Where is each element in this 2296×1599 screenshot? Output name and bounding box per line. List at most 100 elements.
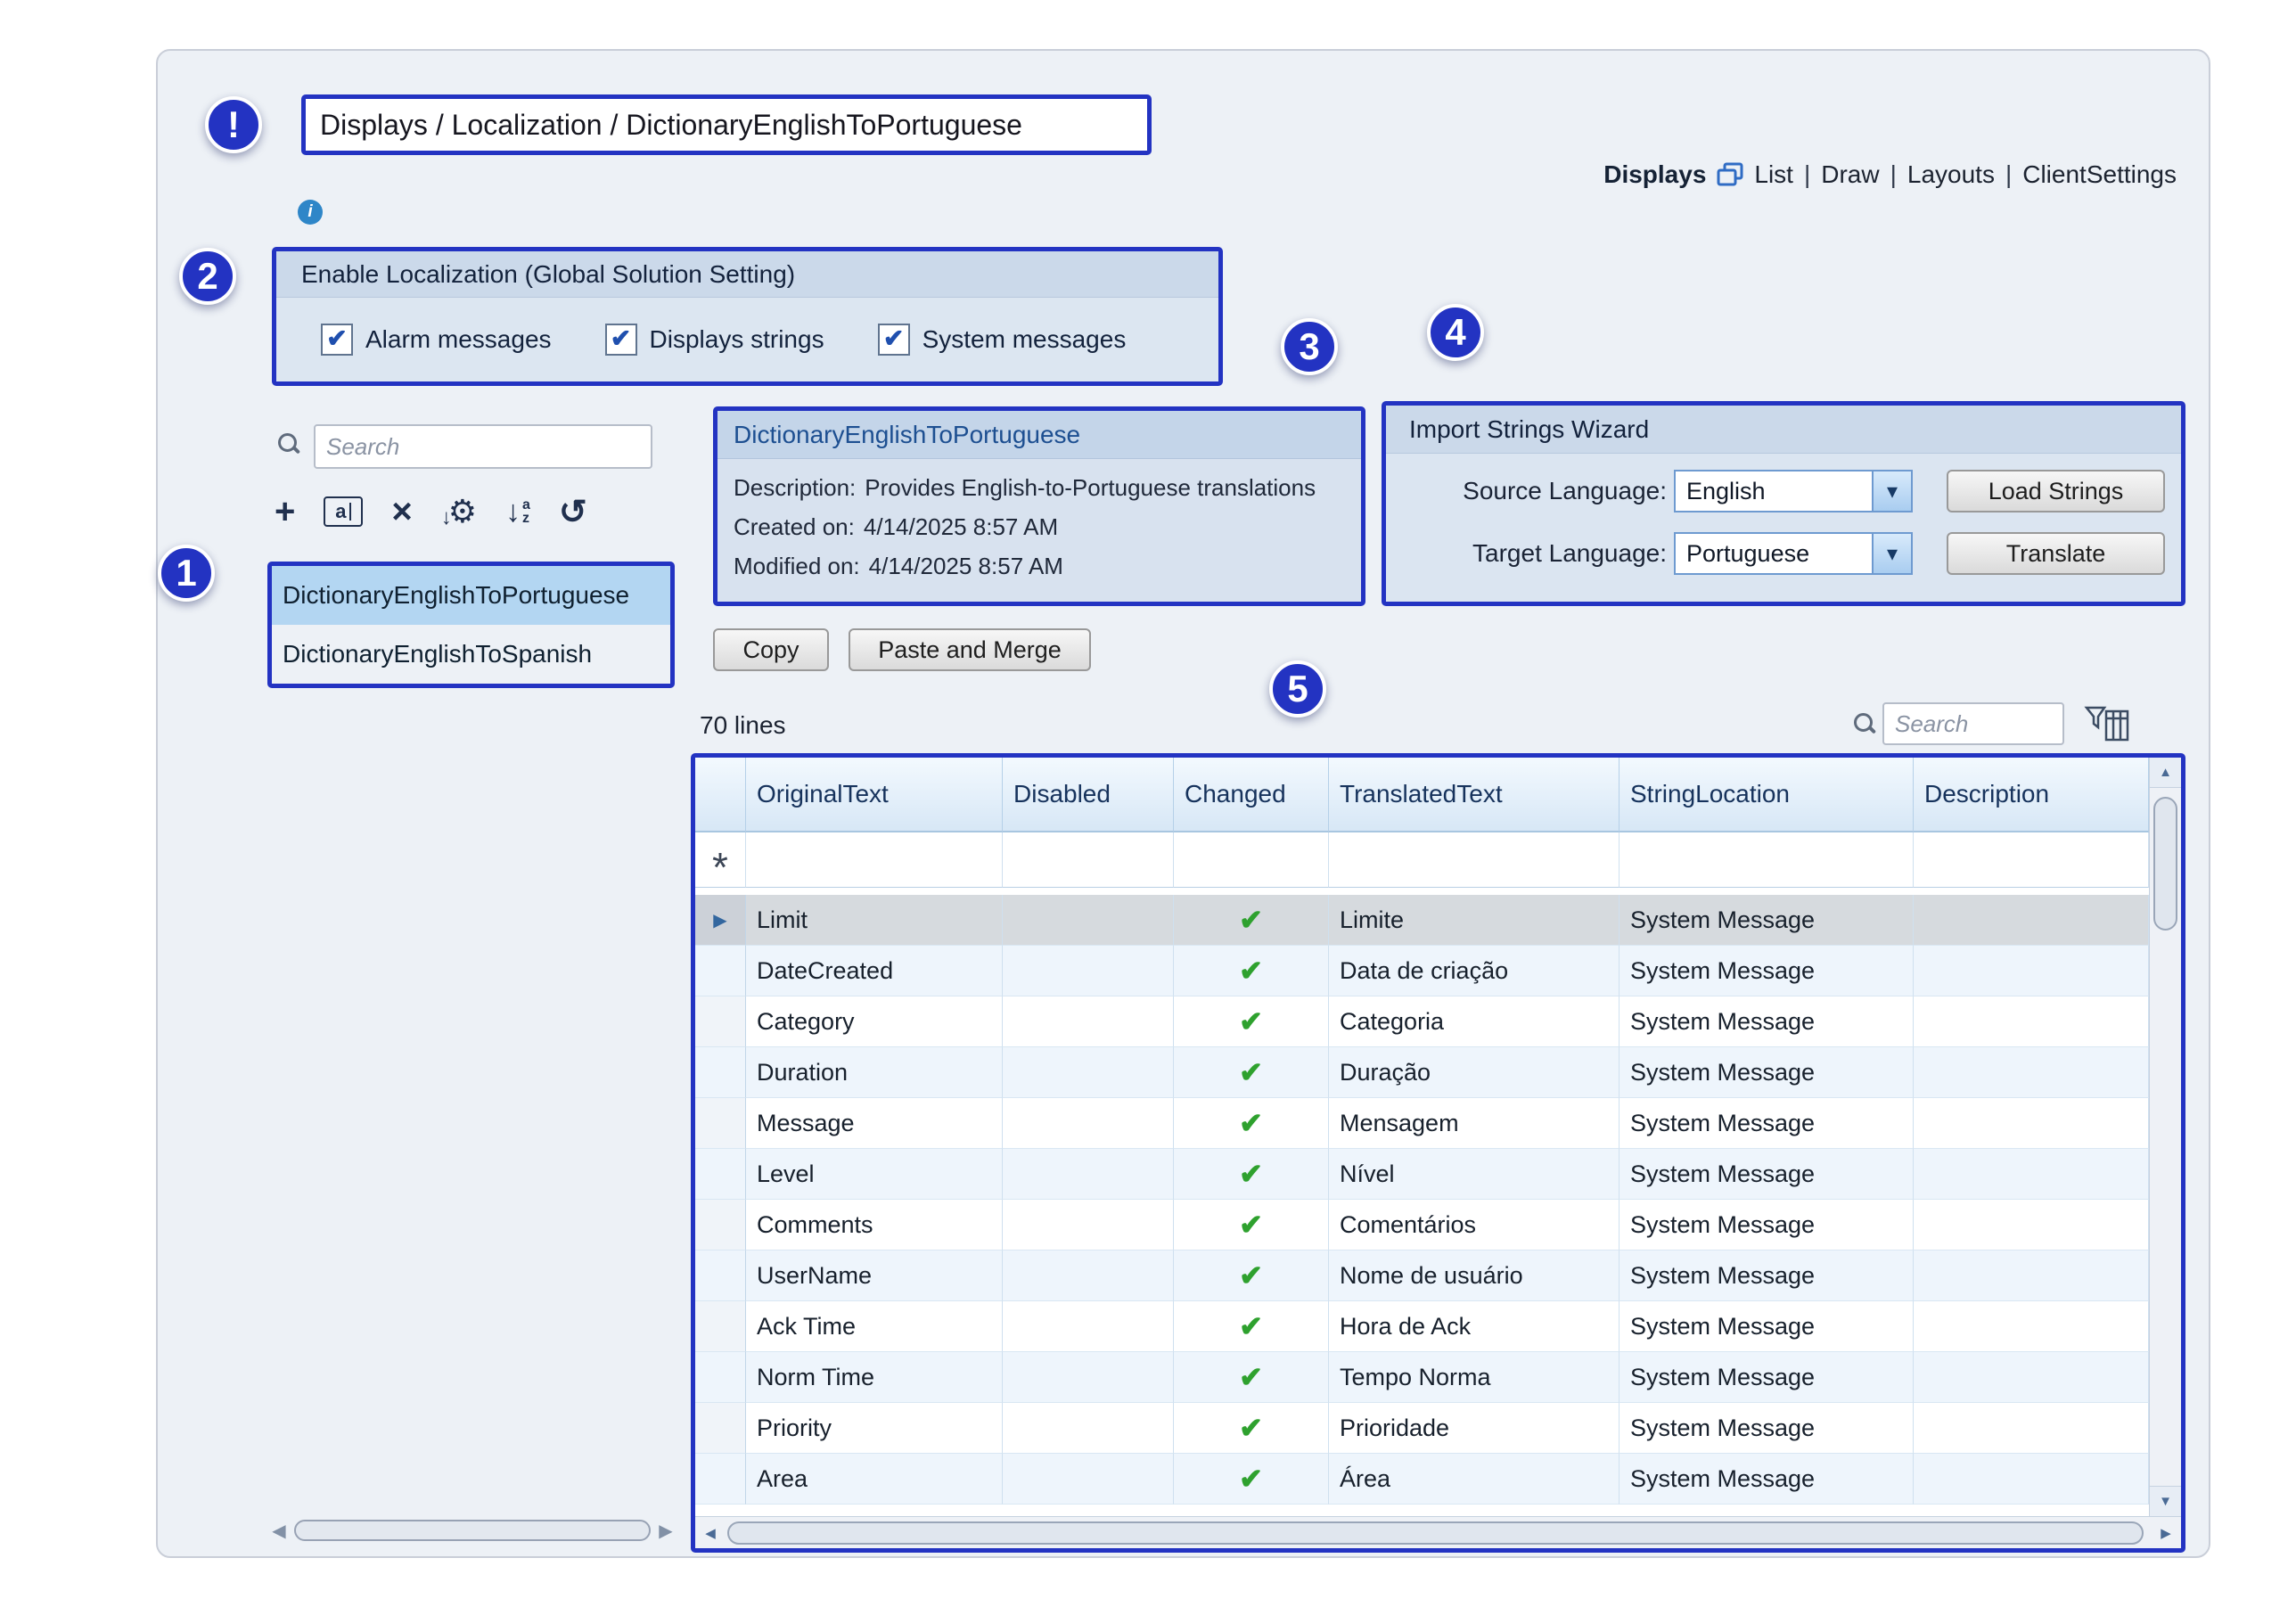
cell-description[interactable] [1914,1098,2149,1149]
cell-disabled[interactable] [1003,1403,1174,1454]
cell-original-text[interactable]: UserName [746,1250,1003,1301]
checkbox-displays-strings[interactable]: ✔ Displays strings [605,324,824,356]
row-indicator-cell[interactable] [695,1149,746,1200]
source-language-select[interactable]: English ▾ [1674,470,1913,512]
cell-description[interactable] [1914,1454,2149,1505]
filter-cell[interactable] [1003,832,1174,888]
gear-download-icon[interactable]: ↓ ⚙ [441,493,477,530]
cell-translated-text[interactable]: Limite [1329,895,1620,946]
header-changed[interactable]: Changed [1174,758,1329,832]
cell-translated-text[interactable]: Data de criação [1329,946,1620,996]
cell-description[interactable] [1914,996,2149,1047]
cell-disabled[interactable] [1003,895,1174,946]
scroll-down-icon[interactable]: ▼ [2150,1486,2181,1516]
cell-changed[interactable]: ✔ [1174,946,1329,996]
cell-disabled[interactable] [1003,946,1174,996]
header-translated-text[interactable]: TranslatedText [1329,758,1620,832]
filter-cell[interactable] [1174,832,1329,888]
cell-string-location[interactable]: System Message [1620,996,1914,1047]
chevron-down-icon[interactable]: ▾ [1872,534,1911,573]
row-indicator-cell[interactable] [695,946,746,996]
rename-icon[interactable]: a [324,496,363,527]
cell-string-location[interactable]: System Message [1620,1149,1914,1200]
scroll-thumb[interactable] [294,1520,651,1541]
nav-list[interactable]: List [1754,160,1793,189]
column-chooser-icon[interactable] [2082,702,2132,747]
table-row[interactable]: Level✔NívelSystem Message [695,1149,2149,1200]
cell-original-text[interactable]: DateCreated [746,946,1003,996]
sidebar-search-input[interactable] [314,424,652,469]
table-row[interactable]: Ack Time✔Hora de AckSystem Message [695,1301,2149,1352]
vertical-scroll-thumb[interactable] [2153,797,2177,931]
cell-changed[interactable]: ✔ [1174,1200,1329,1250]
cell-string-location[interactable]: System Message [1620,895,1914,946]
scroll-left-icon[interactable]: ◀ [267,1520,291,1542]
row-indicator-cell[interactable] [695,1403,746,1454]
translate-button[interactable]: Translate [1947,532,2165,575]
cell-changed[interactable]: ✔ [1174,1250,1329,1301]
filter-cell[interactable] [1620,832,1914,888]
table-row[interactable]: DateCreated✔Data de criaçãoSystem Messag… [695,946,2149,996]
cell-description[interactable] [1914,1149,2149,1200]
list-item-dictionary-english-to-spanish[interactable]: DictionaryEnglishToSpanish [272,625,670,684]
cell-disabled[interactable] [1003,1200,1174,1250]
cell-changed[interactable]: ✔ [1174,1454,1329,1505]
header-string-location[interactable]: StringLocation [1620,758,1914,832]
checkbox-icon[interactable]: ✔ [321,324,353,356]
row-indicator-cell[interactable] [695,1454,746,1505]
cell-description[interactable] [1914,1250,2149,1301]
sort-az-icon[interactable]: ↓ a z [505,495,530,529]
cell-description[interactable] [1914,1403,2149,1454]
scroll-left-icon[interactable]: ◀ [695,1525,726,1541]
cell-changed[interactable]: ✔ [1174,996,1329,1047]
cell-translated-text[interactable]: Prioridade [1329,1403,1620,1454]
row-indicator-cell[interactable] [695,996,746,1047]
cell-translated-text[interactable]: Hora de Ack [1329,1301,1620,1352]
table-row[interactable]: Comments✔ComentáriosSystem Message [695,1200,2149,1250]
scroll-right-icon[interactable]: ▶ [654,1520,677,1542]
scroll-track[interactable] [291,1518,654,1543]
header-description[interactable]: Description [1914,758,2149,832]
nav-layouts[interactable]: Layouts [1907,160,1995,189]
cell-original-text[interactable]: Ack Time [746,1301,1003,1352]
cell-changed[interactable]: ✔ [1174,1301,1329,1352]
cell-string-location[interactable]: System Message [1620,1098,1914,1149]
cell-string-location[interactable]: System Message [1620,1047,1914,1098]
nav-displays[interactable]: Displays [1603,160,1706,189]
horizontal-scroll-thumb[interactable] [727,1521,2144,1545]
cell-translated-text[interactable]: Nível [1329,1149,1620,1200]
paste-and-merge-button[interactable]: Paste and Merge [849,628,1091,671]
cell-original-text[interactable]: Priority [746,1403,1003,1454]
row-indicator-cell[interactable] [695,1098,746,1149]
cell-description[interactable] [1914,1047,2149,1098]
cell-original-text[interactable]: Comments [746,1200,1003,1250]
cell-changed[interactable]: ✔ [1174,895,1329,946]
filter-cell[interactable] [1914,832,2149,888]
checkbox-icon[interactable]: ✔ [605,324,637,356]
chevron-down-icon[interactable]: ▾ [1872,472,1911,511]
info-icon[interactable]: i [298,200,323,225]
sidebar-horizontal-scrollbar[interactable]: ◀ ▶ [267,1515,677,1546]
filter-cell[interactable] [1329,832,1620,888]
row-indicator-cell[interactable] [695,1352,746,1403]
cell-description[interactable] [1914,1352,2149,1403]
cell-original-text[interactable]: Area [746,1454,1003,1505]
cell-changed[interactable]: ✔ [1174,1047,1329,1098]
table-row[interactable]: ▶Limit✔LimiteSystem Message [695,895,2149,946]
cell-changed[interactable]: ✔ [1174,1352,1329,1403]
cell-original-text[interactable]: Limit [746,895,1003,946]
header-original-text[interactable]: OriginalText [746,758,1003,832]
cell-description[interactable] [1914,895,2149,946]
scroll-up-icon[interactable]: ▲ [2150,758,2181,788]
cell-disabled[interactable] [1003,1047,1174,1098]
horizontal-scrollbar[interactable]: ◀ ▶ [695,1516,2181,1548]
table-row[interactable]: Area✔ÁreaSystem Message [695,1454,2149,1505]
cell-original-text[interactable]: Duration [746,1047,1003,1098]
cell-translated-text[interactable]: Tempo Norma [1329,1352,1620,1403]
cell-string-location[interactable]: System Message [1620,1403,1914,1454]
table-row[interactable]: Norm Time✔Tempo NormaSystem Message [695,1352,2149,1403]
row-indicator-cell[interactable] [695,1250,746,1301]
cell-translated-text[interactable]: Duração [1329,1047,1620,1098]
nav-draw[interactable]: Draw [1821,160,1879,189]
filter-cell[interactable] [746,832,1003,888]
